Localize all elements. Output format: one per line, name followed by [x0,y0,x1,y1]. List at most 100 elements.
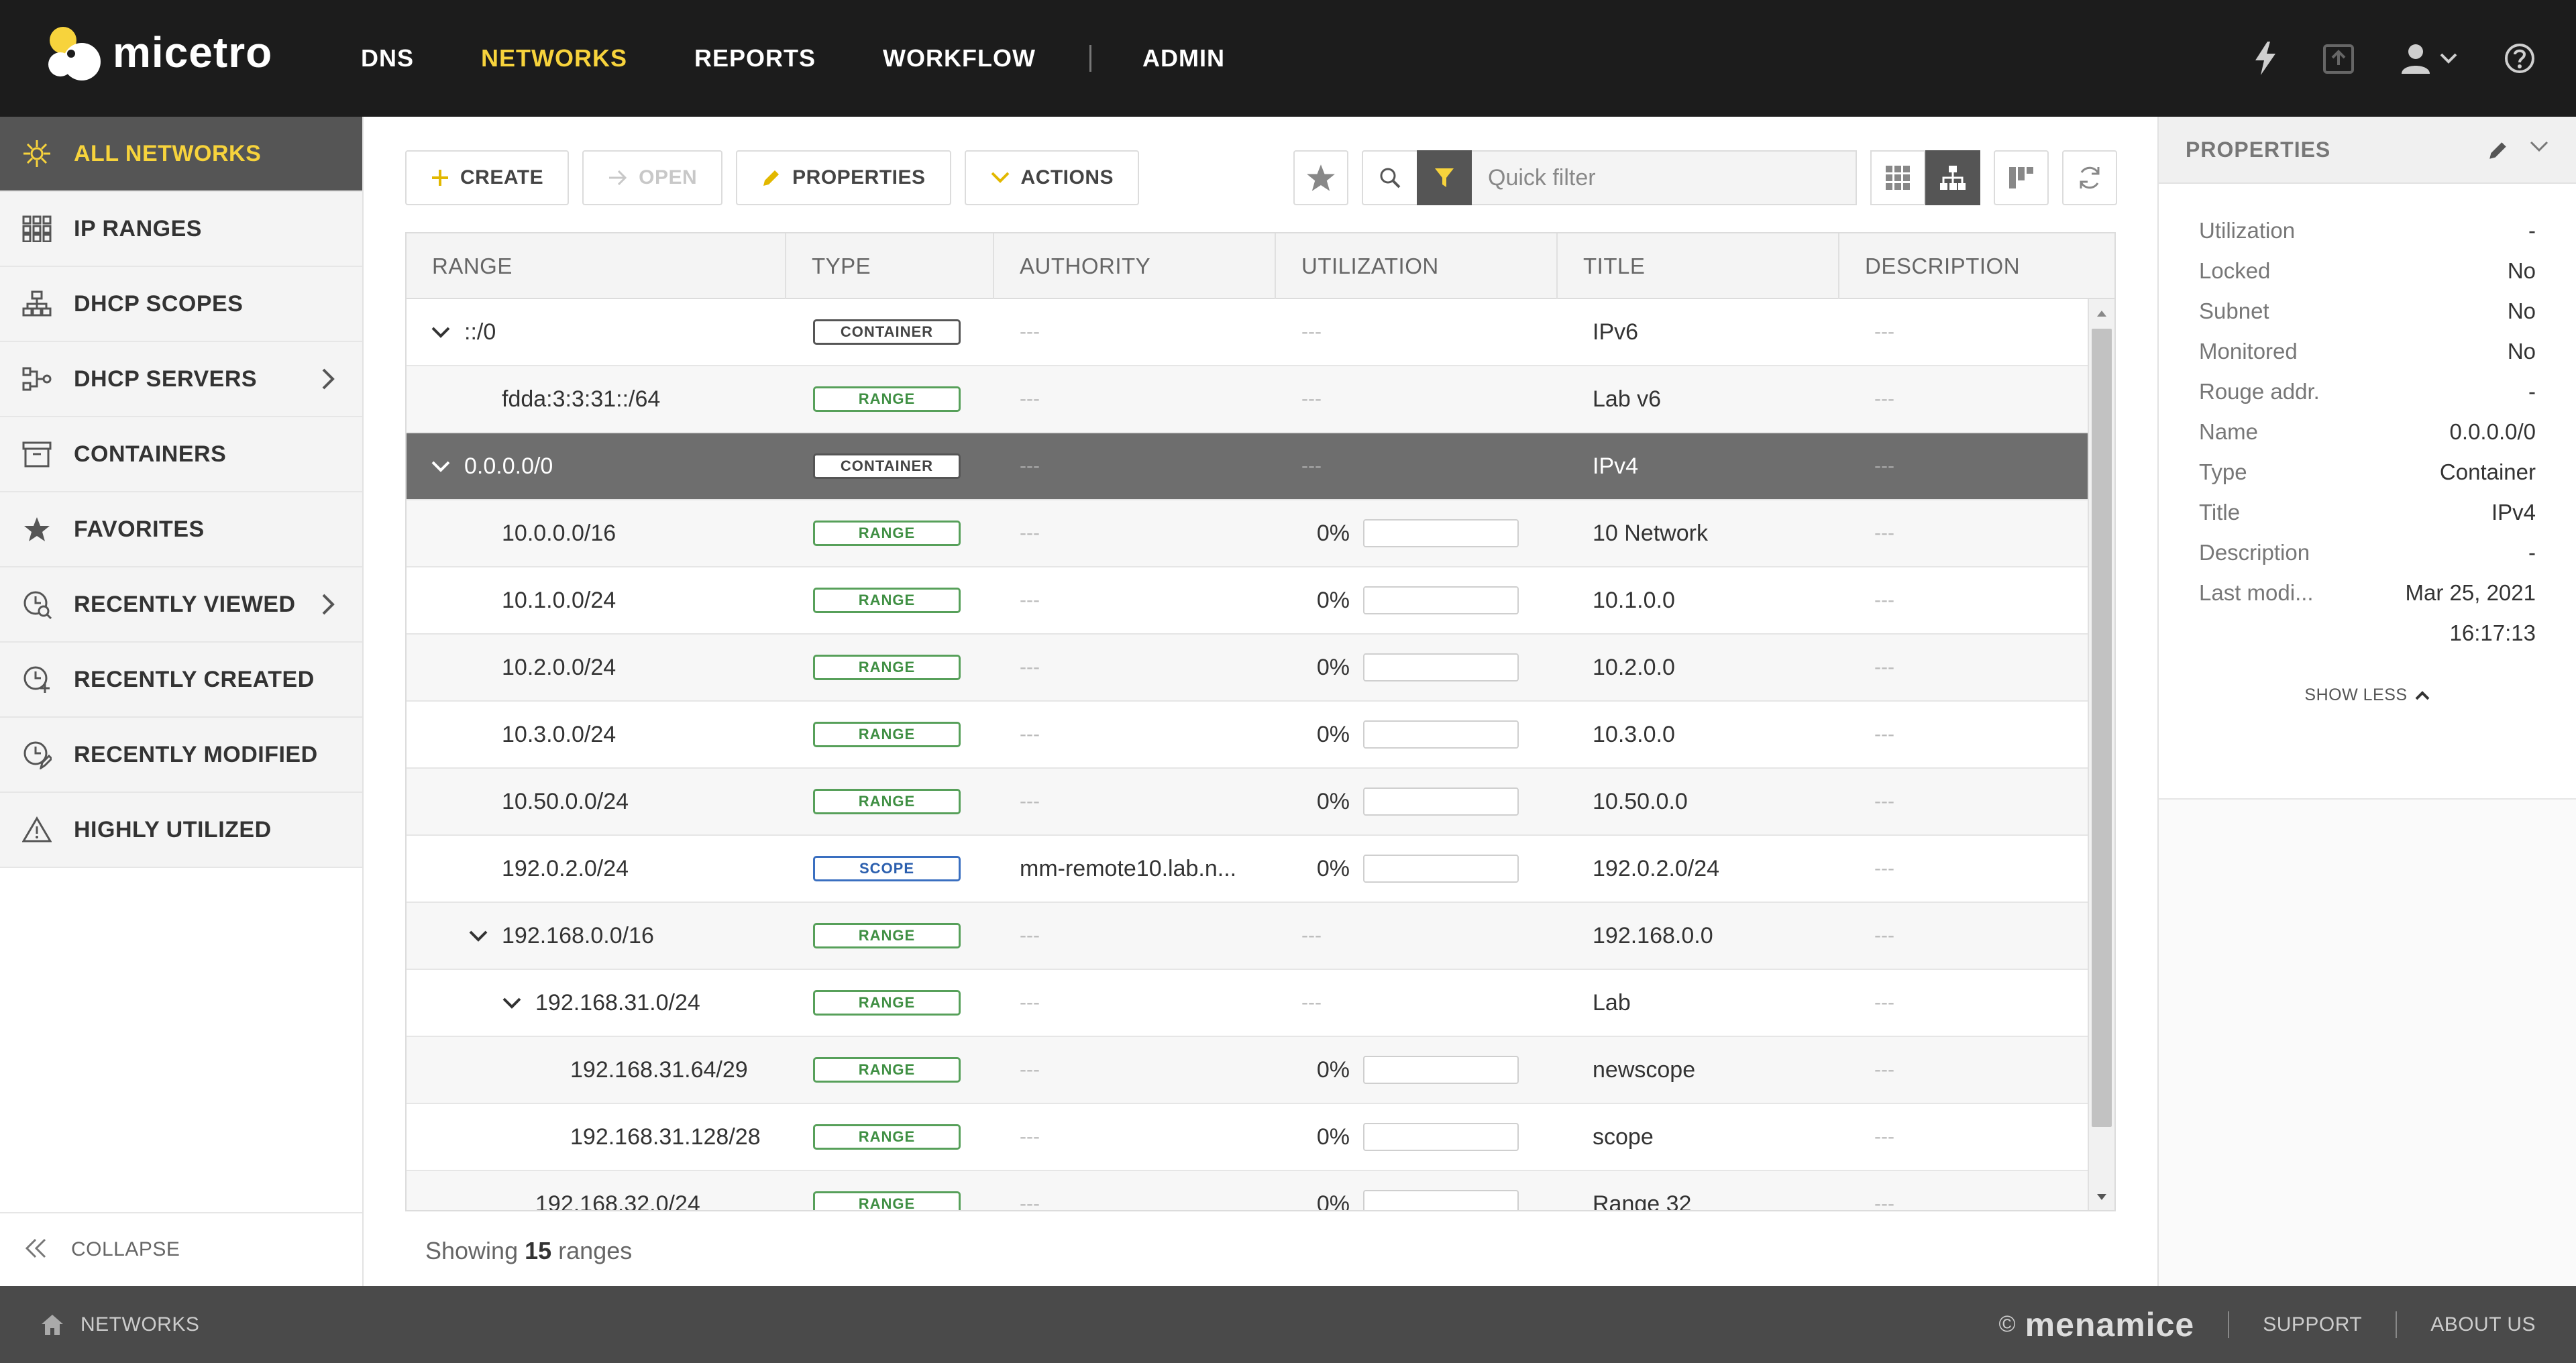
expand-chevron-icon[interactable] [468,929,491,942]
cell-range: 0.0.0.0/0 [407,433,786,500]
type-badge: RANGE [813,386,961,412]
cell-type: RANGE [786,701,994,768]
cell-utilization: --- [1276,298,1558,366]
sidebar-item-dhcp-scopes[interactable]: DHCP SCOPES [0,267,362,342]
collapse-button[interactable]: COLLAPSE [0,1212,362,1286]
chevron-right-icon[interactable] [321,368,335,394]
expand-chevron-icon[interactable] [502,996,525,1010]
sidebar-item-ip-ranges[interactable]: IP RANGES [0,192,362,267]
table-row[interactable]: 10.3.0.0/24 RANGE --- 0% 10.3.0.0 --- [407,702,2114,769]
scroll-up-icon[interactable] [2089,302,2114,325]
user-menu[interactable] [2400,43,2458,74]
grid-view-button[interactable] [1870,150,1925,205]
cell-title: 10.50.0.0 [1593,788,1688,814]
table-row[interactable]: 10.50.0.0/24 RANGE --- 0% 10.50.0.0 --- [407,769,2114,836]
sidebar-item-highly-utilized[interactable]: HIGHLY UTILIZED [0,793,362,868]
authority-text: --- [1020,723,1040,745]
sidebar-item-containers[interactable]: CONTAINERS [0,417,362,492]
create-button[interactable]: CREATE [405,150,570,205]
expand-chevron-icon[interactable] [431,459,453,473]
property-key: Rouge addr. [2199,379,2320,404]
cell-range: 10.0.0.0/16 [407,500,786,567]
col-utilization[interactable]: UTILIZATION [1276,233,1558,299]
sidebar-item-recently-viewed[interactable]: RECENTLY VIEWED [0,567,362,643]
col-title[interactable]: TITLE [1558,233,1839,299]
show-less-button[interactable]: SHOW LESS [2199,686,2536,705]
help-icon[interactable] [2504,42,2536,74]
cell-description: --- [1839,835,2114,902]
properties-button[interactable]: PROPERTIES [736,150,951,205]
table-row[interactable]: 10.2.0.0/24 RANGE --- 0% 10.2.0.0 --- [407,635,2114,702]
favorite-toggle-button[interactable] [1293,150,1348,205]
table-body: ::/0 CONTAINER --- --- IPv6 --- fdda:3:3:31::/… [407,299,2114,1211]
filter-button[interactable] [1417,150,1472,205]
cell-utilization: 0% [1276,701,1558,768]
chevron-down-icon[interactable] [2529,140,2549,164]
table-row[interactable]: 192.0.2.0/24 SCOPE mm-remote10.lab.n... 0% 1… [407,836,2114,903]
type-badge: RANGE [813,655,961,680]
view-mode-group [1870,150,1980,205]
cell-authority: --- [994,298,1276,366]
micetro-logo[interactable]: micetro [44,23,272,82]
table-row[interactable]: 192.168.31.128/28 RANGE --- 0% scope --- [407,1104,2114,1171]
menandmice-logo[interactable]: menamice [2025,1305,2195,1344]
range-text: 10.1.0.0/24 [502,587,616,613]
cell-authority: --- [994,701,1276,768]
footer-links: © menamice SUPPORT ABOUT US [1999,1286,2536,1363]
table-row[interactable]: 10.0.0.0/16 RANGE --- 0% 10 Network --- [407,500,2114,567]
type-badge: RANGE [813,521,961,546]
col-authority[interactable]: AUTHORITY [994,233,1276,299]
tree-view-button[interactable] [1925,150,1980,205]
cell-title: Lab [1593,989,1631,1016]
chevron-right-icon[interactable] [321,593,335,619]
sidebar-item-recently-created[interactable]: RECENTLY CREATED [0,643,362,718]
table-row[interactable]: fdda:3:3:31::/64 RANGE --- --- Lab v6 --- [407,366,2114,433]
edit-icon[interactable] [2487,140,2509,164]
sidebar-item-favorites[interactable]: FAVORITES [0,492,362,567]
lightning-icon[interactable] [2254,42,2277,75]
table-row[interactable]: 192.168.0.0/16 RANGE --- --- 192.168.0.0 --- [407,903,2114,970]
nav-admin[interactable]: ADMIN [1142,44,1225,72]
cell-authority: --- [994,366,1276,433]
type-badge: RANGE [813,789,961,814]
cell-description: --- [1839,768,2114,835]
nav-workflow[interactable]: WORKFLOW [883,44,1036,72]
table-scrollbar[interactable] [2088,299,2114,1210]
col-description[interactable]: DESCRIPTION [1839,233,2114,299]
table-row[interactable]: 192.168.32.0/24 RANGE --- 0% Range 32 --- [407,1170,2114,1211]
search-button[interactable] [1362,150,1417,205]
support-link[interactable]: SUPPORT [2263,1313,2362,1336]
refresh-button[interactable] [2062,150,2117,205]
cell-description: --- [1839,500,2114,567]
plus-icon [432,170,448,186]
cell-authority: --- [994,1170,1276,1210]
col-range[interactable]: RANGE [407,233,786,299]
quick-filter-input[interactable] [1472,150,1857,205]
col-type[interactable]: TYPE [786,233,994,299]
table-row[interactable]: 192.168.31.0/24 RANGE --- --- Lab --- [407,970,2114,1037]
open-button[interactable]: OPEN [582,150,723,205]
expand-chevron-icon[interactable] [431,325,453,339]
import-icon[interactable] [2322,42,2355,74]
sidebar: ALL NETWORKS IP RANGES DHCP SCOPES DHCP … [0,117,364,1286]
actions-button[interactable]: ACTIONS [964,150,1140,205]
nav-reports[interactable]: REPORTS [694,44,816,72]
scroll-thumb[interactable] [2092,329,2112,1127]
about-us-link[interactable]: ABOUT US [2430,1313,2536,1336]
cell-description: --- [1839,634,2114,701]
table-row[interactable]: 192.168.31.64/29 RANGE --- 0% newscope --- [407,1037,2114,1104]
nav-networks[interactable]: NETWORKS [481,44,627,72]
properties-body: Utilization - Locked No Subnet No Monitored No R… [2159,184,2576,800]
nav-dns[interactable]: DNS [361,44,414,72]
sidebar-item-all-networks[interactable]: ALL NETWORKS [0,117,362,192]
table-row[interactable]: 10.1.0.0/24 RANGE --- 0% 10.1.0.0 --- [407,567,2114,635]
cell-range: 192.168.32.0/24 [407,1170,786,1211]
table-row[interactable]: 0.0.0.0/0 CONTAINER --- --- IPv4 --- [407,433,2114,500]
sidebar-item-dhcp-servers[interactable]: DHCP SERVERS [0,342,362,417]
panel-layout-button[interactable] [1994,150,2049,205]
cell-type: RANGE [786,634,994,701]
scroll-down-icon[interactable] [2089,1186,2114,1209]
breadcrumb[interactable]: NETWORKS [40,1286,199,1363]
sidebar-item-recently-modified[interactable]: RECENTLY MODIFIED [0,718,362,793]
table-row[interactable]: ::/0 CONTAINER --- --- IPv6 --- [407,299,2114,366]
